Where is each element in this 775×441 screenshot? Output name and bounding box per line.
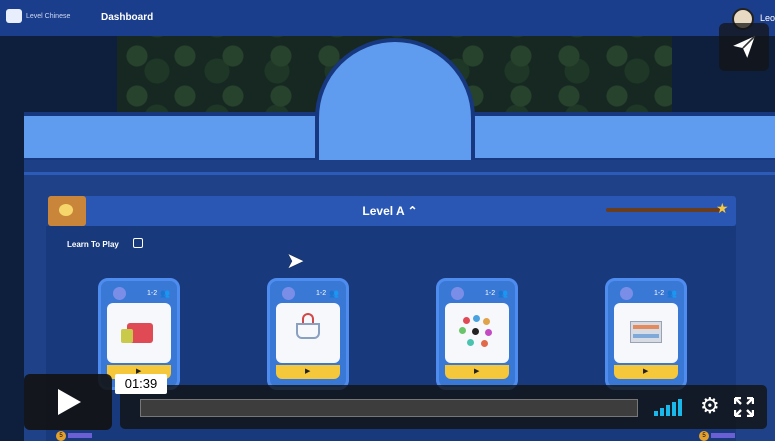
star-icon: ★: [716, 200, 729, 216]
dot-icon: [483, 318, 490, 325]
section-title: Learn To Play: [67, 240, 119, 249]
age-range: 1-2: [316, 290, 327, 297]
play-small-icon: ▶: [305, 368, 311, 375]
dot-icon: [485, 329, 492, 336]
age-range: 1-2: [654, 290, 665, 297]
paper-plane-icon: [733, 35, 756, 58]
group-icon: 👥: [667, 289, 677, 298]
card-play-strip: ▶: [445, 365, 509, 379]
copy-icon: [133, 238, 143, 248]
level-progress-track: [606, 208, 722, 212]
basket-icon: [296, 323, 320, 339]
planet-icon: [113, 287, 126, 300]
group-icon: 👥: [329, 289, 339, 298]
dot-icon: [481, 340, 488, 347]
coin-count: 5: [699, 431, 709, 441]
activity-card-4: 1-2 👥 ▶: [605, 278, 687, 390]
volume-bar: [666, 405, 670, 416]
level-title: Level A ⌃: [362, 204, 418, 218]
dot-icon: [459, 327, 466, 334]
mini-progress: [711, 433, 735, 438]
group-icon: 👥: [498, 289, 508, 298]
mouse-cursor-icon: ➤: [286, 248, 305, 273]
card-header: 1-2 👥: [274, 285, 342, 301]
dot-icon: [463, 317, 470, 324]
card-header: 1-2 👥: [443, 285, 511, 301]
planet-icon: [620, 287, 633, 300]
card-header: 1-2 👥: [105, 285, 173, 301]
play-icon: [58, 389, 81, 415]
card-play-strip: ▶: [276, 365, 340, 379]
card-image: [276, 303, 340, 363]
play-button[interactable]: [24, 374, 112, 430]
volume-control[interactable]: [654, 398, 688, 416]
user-name: Leo: [760, 13, 775, 23]
volume-bar: [654, 411, 658, 416]
card-image: [614, 303, 678, 363]
play-small-icon: ▶: [474, 368, 480, 375]
card-play-strip: ▶: [614, 365, 678, 379]
nav-dashboard: Dashboard: [101, 12, 154, 23]
share-button[interactable]: [719, 23, 769, 71]
mini-progress: [68, 433, 92, 438]
seek-bar[interactable]: [140, 399, 638, 417]
coin-count: 5: [56, 431, 66, 441]
card-image: [107, 303, 171, 363]
planet-icon: [282, 287, 295, 300]
fullscreen-icon: [733, 396, 755, 418]
activity-card-2: 1-2 👥 ▶: [267, 278, 349, 390]
settings-button[interactable]: ⚙: [700, 395, 720, 417]
current-time: 01:39: [115, 374, 167, 394]
group-icon: 👥: [160, 289, 170, 298]
play-small-icon: ▶: [643, 368, 649, 375]
dot-icon: [467, 339, 474, 346]
app-logo-text: Level Chinese: [26, 13, 71, 20]
app-header: Level Chinese Dashboard Leo: [0, 0, 775, 36]
dot-icon: [473, 315, 480, 322]
box-icon: [121, 329, 133, 343]
volume-bar: [672, 402, 676, 416]
planet-icon: [451, 287, 464, 300]
card-image: [445, 303, 509, 363]
activity-card-3: 1-2 👥 ▶: [436, 278, 518, 390]
volume-bar: [678, 399, 682, 416]
volume-bar: [660, 408, 664, 416]
level-badge-icon: [48, 196, 86, 226]
store-shelf-icon: [630, 321, 662, 343]
card-header: 1-2 👥: [612, 285, 680, 301]
dot-icon: [472, 328, 479, 335]
age-range: 1-2: [485, 290, 496, 297]
app-logo-icon: [6, 9, 22, 23]
fullscreen-button[interactable]: [733, 396, 755, 418]
age-range: 1-2: [147, 290, 158, 297]
